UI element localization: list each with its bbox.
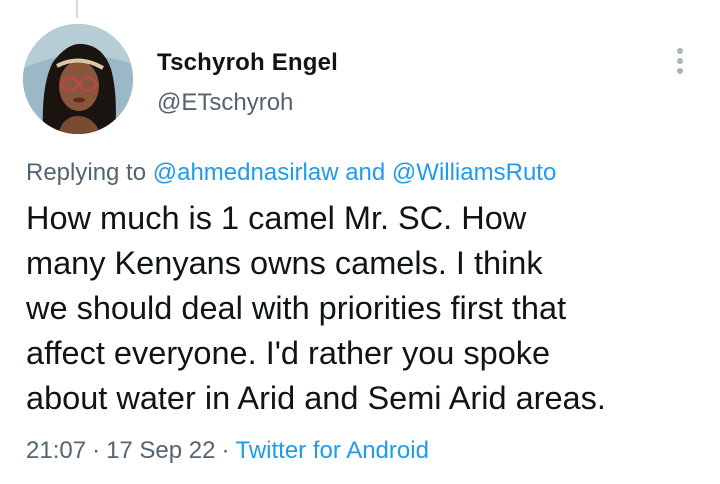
- mention-link[interactable]: @ahmednasirlaw: [153, 159, 339, 186]
- avatar[interactable]: [23, 24, 133, 134]
- replying-to-line: Replying to @ahmednasirlaw and @Williams…: [26, 159, 556, 187]
- tweet-date[interactable]: 17 Sep 22: [106, 437, 215, 464]
- separator-dot: ·: [221, 437, 230, 464]
- separator-dot: ·: [92, 437, 101, 464]
- tweet-text: How much is 1 camel Mr. SC. How many Ken…: [26, 196, 706, 421]
- tweet-text-line: How much is 1 camel Mr. SC. How: [26, 200, 527, 236]
- tweet-text-line: many Kenyans owns camels. I think: [26, 245, 543, 281]
- mention-joiner[interactable]: and: [345, 159, 385, 186]
- tweet-text-line: affect everyone. I'd rather you spoke: [26, 335, 551, 371]
- author-handle[interactable]: @ETschyroh: [157, 89, 293, 117]
- vertical-dots-icon: [677, 48, 683, 74]
- tweet-text-line: we should deal with priorities first tha…: [26, 290, 567, 326]
- profile-photo-icon: [23, 24, 133, 134]
- replying-to-prefix: Replying to: [26, 159, 147, 186]
- mention-link[interactable]: @WilliamsRuto: [392, 159, 556, 186]
- tweet-time[interactable]: 21:07: [26, 437, 86, 464]
- thread-connector-line: [76, 0, 78, 18]
- tweet-text-line: about water in Arid and Semi Arid areas.: [26, 380, 606, 416]
- tweet-source-link[interactable]: Twitter for Android: [236, 437, 429, 464]
- more-options-button[interactable]: [664, 44, 696, 78]
- author-display-name[interactable]: Tschyroh Engel: [157, 49, 338, 77]
- tweet-metadata: 21:07 · 17 Sep 22 · Twitter for Android: [26, 437, 429, 465]
